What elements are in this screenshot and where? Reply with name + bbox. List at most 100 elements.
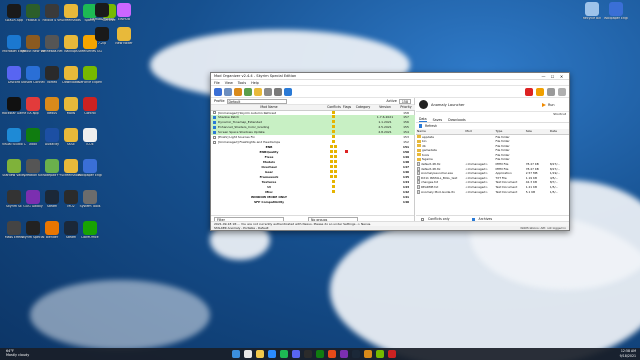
menu-view[interactable]: View (225, 81, 233, 85)
mod-enable-checkbox[interactable] (213, 140, 216, 144)
app-icon (26, 35, 40, 49)
executable-name[interactable]: Anomaly Launcher (431, 103, 465, 107)
folder-icon[interactable] (254, 87, 262, 96)
mod-row[interactable]: SFP Compatibility 140 (211, 200, 415, 205)
conflict-flag-icon (332, 190, 335, 194)
file-icon (417, 180, 420, 185)
taskbar-app-icon[interactable] (388, 350, 396, 358)
plugins-icon[interactable] (284, 87, 292, 96)
mod-organizer-window[interactable]: Mod Organizer v2.4.4 - Skyrim Special Ed… (210, 72, 570, 231)
help-icon[interactable] (558, 87, 566, 96)
menu-tools[interactable]: Tools (238, 81, 246, 85)
mod-version-cell (373, 200, 397, 205)
update-icon[interactable] (547, 87, 555, 96)
window-titlebar[interactable]: Mod Organizer v2.4.4 - Skyrim Special Ed… (211, 73, 569, 80)
instances-icon[interactable] (224, 87, 232, 96)
mod-enable-checkbox[interactable] (213, 130, 216, 134)
taskbar-app-icon[interactable] (244, 350, 252, 358)
shortcut-button[interactable]: Shortcut (553, 112, 566, 116)
warning-flag-icon (345, 150, 348, 154)
conflict-flag-icon (334, 155, 337, 159)
mod-name: Gear (264, 170, 273, 175)
conflict-flag-icon (330, 170, 333, 174)
run-button[interactable]: Run (542, 102, 566, 108)
mod-name: Shadow Patch (218, 115, 240, 120)
profile-select[interactable]: Default (226, 98, 287, 104)
mod-name: Overhaul (261, 165, 277, 170)
anomaly-logo-icon (419, 100, 428, 109)
mod-name: [Enshi] Light Sources Fix (218, 135, 255, 140)
settings-icon[interactable] (274, 87, 282, 96)
taskbar-app-icon[interactable] (256, 350, 264, 358)
refresh-button[interactable]: Refresh (425, 124, 437, 128)
endorse-heart-icon[interactable] (525, 87, 533, 96)
desktop-icon[interactable]: Control (78, 97, 102, 125)
conflict-flag-icon (330, 150, 333, 154)
mod-enable-checkbox[interactable] (213, 111, 216, 114)
data-file-name: db (422, 143, 426, 148)
mod-name: Textures (261, 180, 277, 185)
menu-help[interactable]: Help (251, 81, 259, 85)
tab-data[interactable]: Data (419, 117, 427, 122)
folder-icon (417, 139, 421, 143)
nexus-icon[interactable] (234, 87, 242, 96)
app-icon (26, 159, 40, 173)
mod-enable-checkbox[interactable] (213, 120, 216, 124)
notifications-status[interactable]: Notifications: API: not logged in (520, 226, 566, 230)
tools-icon[interactable] (264, 87, 272, 96)
conflict-flag-icon (332, 125, 335, 129)
desktop-icon[interactable]: System Tools (78, 190, 102, 218)
menu-file[interactable]: File (214, 81, 220, 85)
app-icon (609, 2, 623, 16)
weather-desc: Mostly cloudy (6, 353, 30, 357)
app-icon (117, 3, 131, 17)
taskbar-app-icon[interactable] (340, 350, 348, 358)
desktop-icon[interactable]: LibreOffice (78, 221, 102, 249)
taskbar-app-icon[interactable] (292, 350, 300, 358)
close-button[interactable]: ✕ (557, 74, 566, 79)
conflict-flag-icon (332, 120, 335, 124)
weather-widget[interactable]: 64°F Mostly cloudy (6, 349, 46, 358)
profiles-icon[interactable] (214, 87, 222, 96)
taskbar-app-icon[interactable] (268, 350, 276, 358)
warning-icon[interactable] (536, 87, 544, 96)
conflict-flag-icon (334, 165, 337, 169)
taskbar-app-icon[interactable] (328, 350, 336, 358)
app-icon (7, 221, 21, 235)
taskbar-app-icon[interactable] (376, 350, 384, 358)
app-icon (45, 66, 59, 80)
taskbar: 64°F Mostly cloudy 12:58 AM 9/18/2021 (0, 348, 640, 360)
desktop-icon[interactable]: GeForce Experience (78, 66, 102, 94)
app-icon (7, 35, 21, 49)
install-mod-icon[interactable] (244, 87, 252, 96)
data-file-name: fsgame (422, 157, 433, 162)
folder-icon (417, 144, 421, 148)
start-icon[interactable] (232, 350, 240, 358)
recycle-bin-icon[interactable]: Recycle Bin (580, 2, 604, 30)
data-file-name: changes.txt (421, 180, 439, 185)
tab-saves[interactable]: Saves (433, 118, 443, 122)
tab-downloads[interactable]: Downloads (448, 118, 466, 122)
app-icon (64, 190, 78, 204)
desktop-icon-label: iCUE (86, 143, 94, 146)
desktop-icon[interactable]: iCUE (78, 128, 102, 156)
conflict-flag-icon (330, 155, 333, 159)
desktop-icon[interactable]: Wallpaper Engine (78, 159, 102, 187)
mod-enable-checkbox[interactable] (213, 125, 216, 129)
maximize-button[interactable]: ☐ (548, 74, 557, 79)
taskbar-app-icon[interactable] (304, 350, 312, 358)
app-icon (26, 4, 40, 18)
mod-enable-checkbox[interactable] (213, 115, 216, 119)
minimize-button[interactable]: — (539, 74, 548, 79)
taskbar-app-icon[interactable] (364, 350, 372, 358)
desktop-icon[interactable]: New folder (112, 27, 136, 55)
mod-enable-checkbox[interactable] (213, 135, 216, 139)
system-tray-clock[interactable]: 12:58 AM 9/18/2021 (620, 349, 636, 358)
taskbar-app-icon[interactable] (316, 350, 324, 358)
data-row[interactable]: Anomaly Mod-Guide.ltx <Unmanaged> Text Doc… (416, 189, 569, 194)
taskbar-app-icon[interactable] (352, 350, 360, 358)
desktop-icon[interactable]: Wallpaper Engine (604, 2, 628, 30)
data-file-name: tools (422, 152, 429, 157)
taskbar-app-icon[interactable] (280, 350, 288, 358)
desktop-icon[interactable]: 7-Zip (90, 27, 114, 55)
